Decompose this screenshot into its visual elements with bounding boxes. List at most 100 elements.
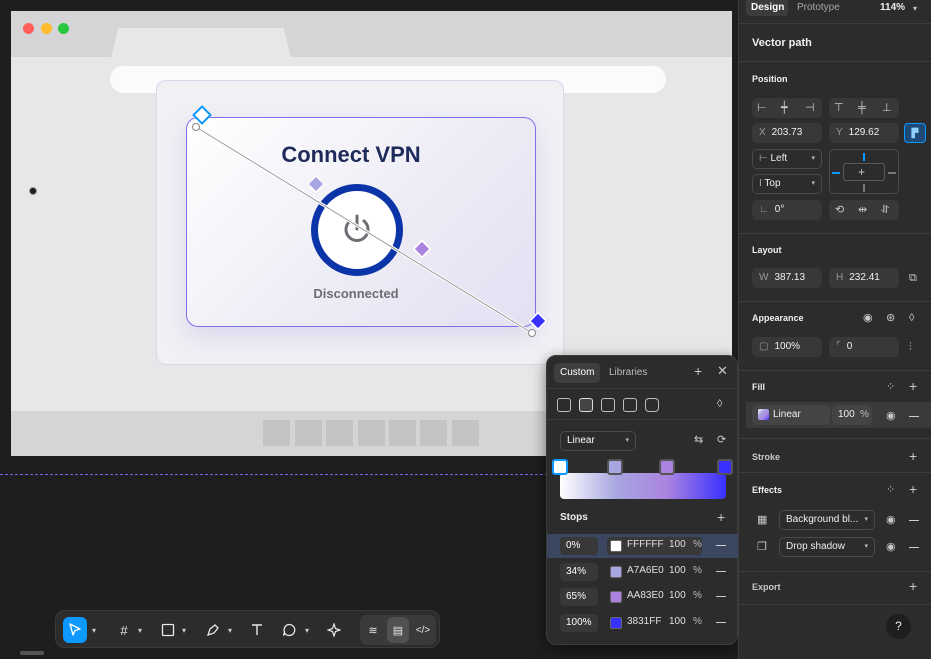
stop-opacity[interactable]: 100 xyxy=(669,590,686,601)
align-top-icon[interactable]: ⊤ xyxy=(834,102,844,114)
image-fill-icon[interactable] xyxy=(623,398,637,412)
video-fill-icon[interactable] xyxy=(645,398,659,412)
height-input[interactable]: H 232.41 xyxy=(829,268,899,288)
dev-mode-button[interactable]: </> xyxy=(412,617,434,643)
zoom-level[interactable]: 114% xyxy=(880,2,905,13)
effect-select-drop-shadow[interactable]: Drop shadow ▾ xyxy=(779,537,875,557)
flip-horizontal-icon[interactable]: ⇹ xyxy=(858,204,867,216)
rotation-input[interactable]: ∟ 0° xyxy=(752,200,822,220)
stop-opacity[interactable]: 100 xyxy=(669,539,686,550)
rotate-gradient-icon[interactable]: ⟳ xyxy=(717,434,726,446)
y-value[interactable]: 129.62 xyxy=(849,127,880,138)
rotate-icon[interactable]: ⟲ xyxy=(835,204,844,216)
y-position-input[interactable]: Y 129.62 xyxy=(829,123,899,143)
blend-mode-icon[interactable]: ⊛ xyxy=(886,312,895,324)
eye-icon[interactable]: ◉ xyxy=(886,514,896,526)
stop-hex[interactable]: FFFFFF xyxy=(627,539,664,550)
remove-effect-icon[interactable] xyxy=(909,547,919,548)
remove-stop-icon[interactable] xyxy=(716,545,726,546)
anchor-point[interactable] xyxy=(29,187,37,195)
constraint-bottom[interactable] xyxy=(863,184,865,192)
resize-icon[interactable]: ⧉ xyxy=(909,272,917,284)
chevron-down-icon[interactable]: ▾ xyxy=(228,626,232,635)
drop-shadow-icon[interactable]: ❐ xyxy=(757,541,767,553)
gradient-fill-icon[interactable] xyxy=(579,398,593,412)
gradient-stop-0[interactable] xyxy=(552,459,568,475)
pattern-fill-icon[interactable] xyxy=(601,398,615,412)
fill-opacity-field[interactable]: 100 % xyxy=(832,405,872,425)
width-input[interactable]: W 387.13 xyxy=(752,268,822,288)
add-stroke-icon[interactable]: + xyxy=(909,449,917,463)
x-value[interactable]: 203.73 xyxy=(772,127,803,138)
constraint-right[interactable] xyxy=(888,172,896,174)
eye-icon[interactable]: ◉ xyxy=(886,541,896,553)
eye-icon[interactable]: ◉ xyxy=(863,312,873,324)
tab-design[interactable]: Design xyxy=(751,2,784,13)
scroll-indicator[interactable] xyxy=(20,651,44,655)
add-export-icon[interactable]: + xyxy=(909,579,917,593)
constraint-left[interactable] xyxy=(832,172,840,174)
gradient-stop-65[interactable] xyxy=(659,459,675,475)
styles-grid-icon[interactable]: ⁘ xyxy=(886,381,895,393)
flip-gradient-icon[interactable]: ⇆ xyxy=(694,434,703,446)
gradient-type-select[interactable]: Linear ▾ xyxy=(560,431,636,451)
stop-hex[interactable]: A7A6E0 xyxy=(627,565,664,576)
chevron-down-icon[interactable]: ▾ xyxy=(305,626,309,635)
align-left-icon[interactable]: ⊢ xyxy=(757,102,767,114)
chevron-down-icon[interactable]: ▾ xyxy=(138,626,142,635)
background-blur-icon[interactable]: ▦ xyxy=(757,514,767,526)
pen-tool-button[interactable] xyxy=(201,617,225,643)
w-value[interactable]: 387.13 xyxy=(774,272,805,283)
chevron-down-icon[interactable]: ▾ xyxy=(92,626,96,635)
stop-position-input[interactable]: 34% xyxy=(560,563,598,581)
remove-stop-icon[interactable] xyxy=(716,571,726,572)
vertical-constraint-select[interactable]: I Top ▾ xyxy=(752,174,822,194)
opacity-input[interactable]: ▢ 100% xyxy=(752,337,822,357)
text-tool-button[interactable] xyxy=(245,617,269,643)
move-tool-button[interactable] xyxy=(63,617,87,643)
draw-mode-button[interactable]: ≋ xyxy=(362,617,384,643)
corner-radius-input[interactable]: ⌜ 0 xyxy=(829,337,899,357)
remove-stop-icon[interactable] xyxy=(716,596,726,597)
help-button[interactable]: ? xyxy=(886,614,911,639)
stop-swatch[interactable] xyxy=(610,591,622,603)
chevron-down-icon[interactable]: ▾ xyxy=(913,3,917,15)
fill-picker-popup[interactable]: Custom Libraries + ✕ ◊ Linear ▾ ⇆ ⟳ Stop… xyxy=(546,355,739,645)
styles-grid-icon[interactable]: ⁘ xyxy=(886,484,895,496)
x-position-input[interactable]: X 203.73 xyxy=(752,123,822,143)
eye-icon[interactable]: ◉ xyxy=(886,410,896,422)
corner-radius-value[interactable]: 0 xyxy=(847,341,853,352)
stop-row[interactable]: 100% 3831FF 100 % xyxy=(547,611,739,635)
remove-stop-icon[interactable] xyxy=(716,622,726,623)
stop-opacity[interactable]: 100 xyxy=(669,565,686,576)
rotation-value[interactable]: 0° xyxy=(775,204,785,215)
tab-custom[interactable]: Custom xyxy=(554,363,601,383)
stop-opacity[interactable]: 100 xyxy=(669,616,686,627)
stop-row[interactable]: 0% FFFFFF 100 % xyxy=(547,534,739,558)
flip-vertical-icon[interactable]: ⥯ xyxy=(881,204,889,216)
drop-icon[interactable]: ◊ xyxy=(909,312,914,324)
stop-hex[interactable]: 3831FF xyxy=(627,616,661,627)
stop-hex[interactable]: AA83E0 xyxy=(627,590,664,601)
opacity-value[interactable]: 100% xyxy=(774,341,800,352)
gradient-bar[interactable] xyxy=(560,473,726,499)
gradient-stop-34[interactable] xyxy=(607,459,623,475)
fill-opacity-value[interactable]: 100 xyxy=(838,405,855,425)
close-icon[interactable]: ✕ xyxy=(717,364,728,377)
add-stop-icon[interactable]: + xyxy=(717,510,725,524)
fill-swatch[interactable] xyxy=(758,409,769,420)
design-mode-button[interactable]: ▤ xyxy=(387,617,409,643)
effect-select-background-blur[interactable]: Background bl... ▾ xyxy=(779,510,875,530)
stop-position-input[interactable]: 0% xyxy=(560,537,598,555)
comment-tool-button[interactable] xyxy=(277,617,301,643)
eyedropper-icon[interactable]: ◊ xyxy=(717,398,722,410)
remove-effect-icon[interactable] xyxy=(909,520,919,521)
constraint-widget[interactable]: + xyxy=(829,149,899,194)
constraint-top[interactable] xyxy=(863,153,865,161)
stop-swatch[interactable] xyxy=(610,566,622,578)
actions-button[interactable] xyxy=(322,617,346,643)
frame-tool-button[interactable]: # xyxy=(112,617,136,643)
constraints-toggle[interactable]: ▛ xyxy=(904,123,926,143)
stop-row[interactable]: 65% AA83E0 100 % xyxy=(547,585,739,609)
solid-fill-icon[interactable] xyxy=(557,398,571,412)
